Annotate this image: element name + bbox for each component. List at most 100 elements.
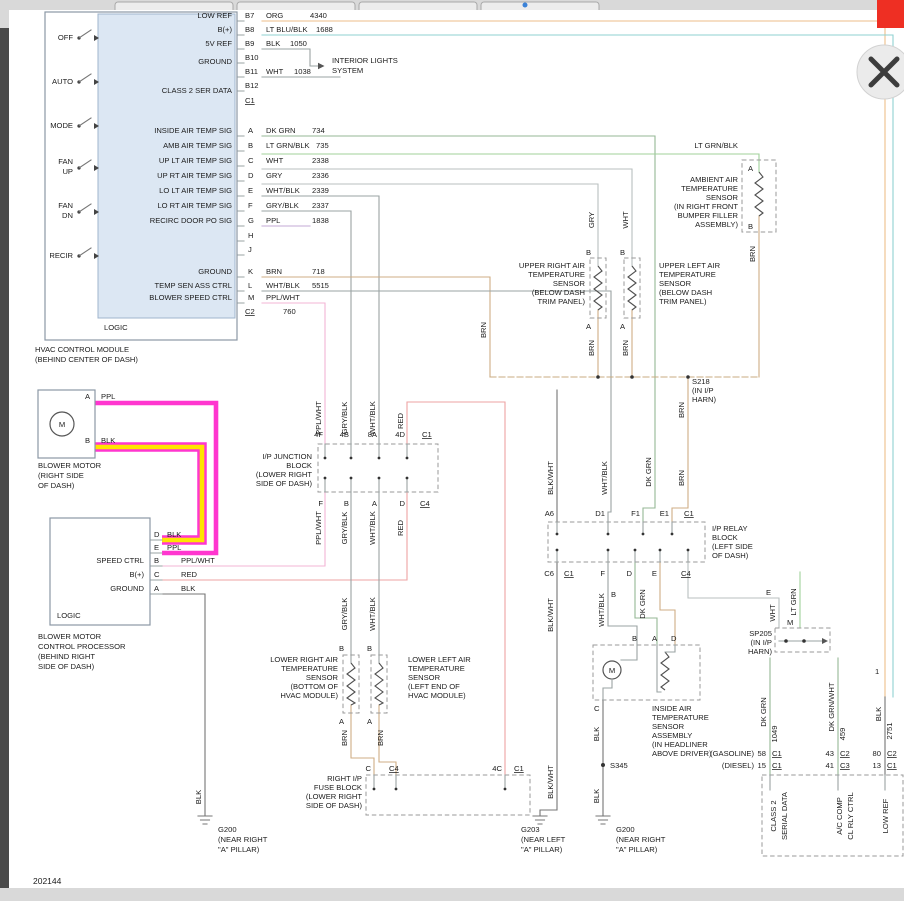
circuit-label: 735 <box>316 141 329 150</box>
pin-label: D <box>400 499 406 508</box>
wire-label: BLK/WHT <box>546 461 555 495</box>
pin-label: F1 <box>631 509 640 518</box>
component-title: LOWER LEFT AIR <box>408 655 471 664</box>
wire-label: PPL/WHT <box>181 556 215 565</box>
pin-label: B7 <box>245 11 254 20</box>
pin-label: C <box>366 764 372 773</box>
fn-label: GROUND <box>198 57 232 66</box>
wire-label: WHT/BLK <box>266 281 300 290</box>
wiring-diagram-viewer: OFF AUTO MODE FAN UP FAN DN RECIR LOW RE… <box>0 0 904 901</box>
component-title: TEMPERATURE <box>652 713 709 722</box>
component-title: CONTROL PROCESSOR <box>38 642 126 651</box>
wire-label: BRN <box>587 340 596 356</box>
module-title: (BEHIND CENTER OF DASH) <box>35 355 138 364</box>
red-corner-button[interactable] <box>877 0 904 28</box>
component-title: (BELOW DASH <box>532 288 585 297</box>
wire-label: BRN <box>748 246 757 262</box>
wire-label: DK GRN <box>266 126 296 135</box>
pin-label: D <box>154 530 160 539</box>
component-title: (BOTTOM OF <box>290 682 338 691</box>
component-title: (IN HEADLINER <box>652 740 708 749</box>
wire-label: GRY <box>266 171 282 180</box>
pin-label: B <box>586 248 591 257</box>
logic-label: LOGIC <box>104 323 128 332</box>
pin-label: E <box>248 186 253 195</box>
connector-label: C3 <box>840 761 850 770</box>
fn-label: B(+) <box>129 570 144 579</box>
ground-label: "A" PILLAR) <box>521 845 563 854</box>
component-title: SIDE OF DASH) <box>38 662 95 671</box>
pin-label: 4D <box>395 430 405 439</box>
wire-label: RED <box>396 412 405 429</box>
cell: 15 <box>758 761 766 770</box>
cell: 13 <box>873 761 881 770</box>
wire-label: GRY/BLK <box>340 512 349 545</box>
fn-label: GROUND <box>110 584 144 593</box>
component-title: LOWER RIGHT AIR <box>270 655 338 664</box>
wire-label: GRY/BLK <box>340 598 349 631</box>
circuit-label: 5515 <box>312 281 329 290</box>
component-title: HVAC MODULE) <box>408 691 466 700</box>
pin-label: K <box>248 267 253 276</box>
cell: 58 <box>758 749 766 758</box>
row-label: (GASOLINE) <box>710 749 754 758</box>
wire-label: BLK/WHT <box>546 598 555 632</box>
wire-label: BLK <box>592 727 601 741</box>
pin-label: 1 <box>875 667 879 676</box>
fn-label: UP RT AIR TEMP SIG <box>157 171 232 180</box>
wire-label: PPL/WHT <box>314 401 323 435</box>
circuit-label: 1838 <box>312 216 329 225</box>
pin-label: B <box>339 644 344 653</box>
component-title: BLOWER MOTOR <box>38 632 102 641</box>
pin-label: C6 <box>544 569 554 578</box>
component-title: SENSOR <box>706 193 739 202</box>
wire-label: BLK <box>266 39 280 48</box>
wire-label: GRY <box>587 212 596 228</box>
pin-label: B <box>248 141 253 150</box>
splice-label: (IN I/P <box>692 386 714 395</box>
wire-label: BRN <box>677 402 686 418</box>
wire-label: BRN <box>479 322 488 338</box>
wire-label: PPL/WHT <box>314 511 323 545</box>
fn-label: BLOWER SPEED CTRL <box>149 293 232 302</box>
module-title: HVAC CONTROL MODULE <box>35 345 129 354</box>
wire-label: BRN <box>376 730 385 746</box>
close-button[interactable] <box>857 45 904 99</box>
component-title: AMBIENT AIR <box>690 175 738 184</box>
component-title: SENSOR <box>408 673 441 682</box>
wire-label: PPL/WHT <box>266 293 300 302</box>
wire-label: WHT/BLK <box>368 597 377 631</box>
pin-label: E <box>766 588 771 597</box>
column-label: CLASS 2 <box>769 800 778 831</box>
component-title: SENSOR <box>659 279 692 288</box>
circuit-label: 2339 <box>312 186 329 195</box>
splice-label: HARN) <box>692 395 717 404</box>
wire-label: BRN <box>266 267 282 276</box>
component-title: (IN RIGHT FRONT <box>674 202 738 211</box>
wire-label: WHT/BLK <box>600 461 609 495</box>
circuit-label: 1688 <box>316 25 333 34</box>
circuit-label: 1050 <box>290 39 307 48</box>
connector-label: C1 <box>564 569 574 578</box>
connector-label: C4 <box>681 569 691 578</box>
component-title: SENSOR <box>306 673 339 682</box>
left-edge-top <box>0 10 9 28</box>
ground-label: G200 <box>218 825 237 834</box>
wire-label: LT GRN <box>789 588 798 615</box>
wire-label: WHT/BLK <box>597 593 606 627</box>
component-title: (RIGHT SIDE <box>38 471 84 480</box>
component-title: ASSEMBLY) <box>695 220 738 229</box>
wire-label: LT GRN/BLK <box>266 141 310 150</box>
switch-label: AUTO <box>52 77 73 86</box>
system-ref-label: INTERIOR LIGHTS <box>332 56 398 65</box>
connector-label: C1 <box>245 96 255 105</box>
ground-label: G203 <box>521 825 540 834</box>
component-title: (LOWER RIGHT <box>256 470 312 479</box>
switch-label: UP <box>62 167 73 176</box>
splice-label: SP205 <box>749 629 772 638</box>
pin-label: B <box>344 499 349 508</box>
circuit-label: 734 <box>312 126 325 135</box>
component-title: I/P JUNCTION <box>262 452 312 461</box>
logic-label: LOGIC <box>57 611 81 620</box>
connector-label: C1 <box>772 761 782 770</box>
